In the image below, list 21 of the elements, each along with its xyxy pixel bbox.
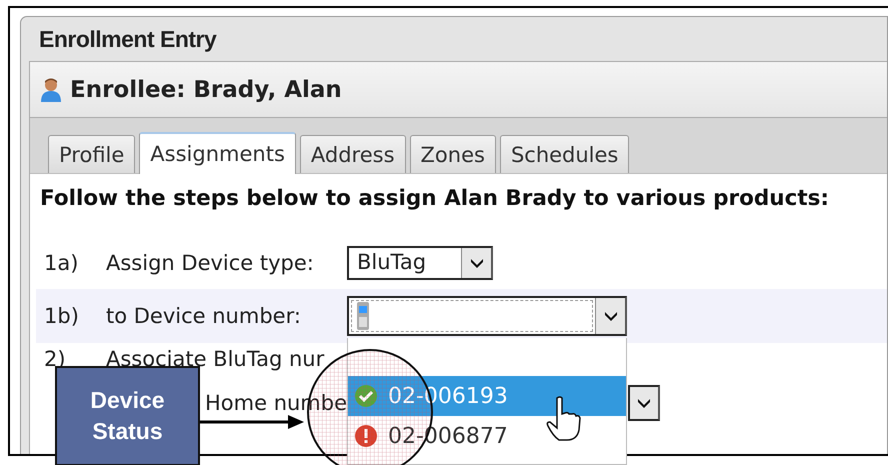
enrollee-name: Enrollee: Brady, Alan [70,76,342,102]
dropdown-select[interactable] [628,385,660,421]
tab[interactable]: Assignments [139,132,296,174]
step-number: 1b) [44,304,80,328]
device-number-select[interactable] [347,296,627,336]
phone-icon [356,301,370,331]
window-title: Enrollment Entry [38,24,218,54]
person-icon [40,76,62,102]
device-type-select[interactable]: BluTag [347,246,493,280]
hand-cursor-icon [545,396,581,442]
tab[interactable]: Profile [48,135,136,173]
warning-icon [354,424,378,448]
tab[interactable]: Schedules [500,135,630,173]
step-label: Assign Device type: [106,251,315,275]
tab[interactable]: Address [300,135,406,173]
tab[interactable]: Zones [410,135,496,173]
step-label: to Device number: [106,304,302,328]
step-number: 1a) [44,251,80,275]
instructions: Follow the steps below to assign Alan Brady to various products: [40,186,830,212]
callout-label: Device Status [55,366,200,465]
check-icon [354,384,378,408]
